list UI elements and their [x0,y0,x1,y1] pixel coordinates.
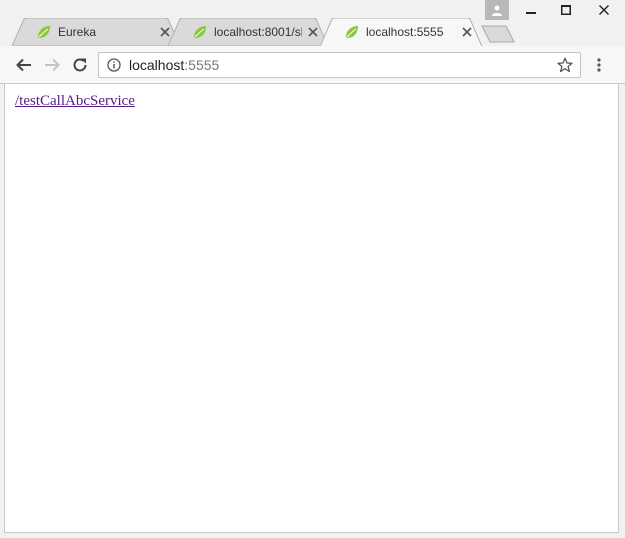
url-port: :5555 [184,57,220,73]
maximize-icon [560,5,571,15]
reload-icon [73,58,87,72]
close-icon [599,5,609,15]
close-window-button[interactable] [583,0,625,20]
tab-eureka[interactable]: Eureka [12,18,180,46]
spring-leaf-icon [346,26,358,38]
browser-window: Eureka localhost:8001/sh localhost:5555 … [0,0,625,538]
star-icon[interactable] [556,56,574,74]
reload-button[interactable] [70,55,90,75]
tab-localhost-5555[interactable]: localhost:5555 [320,18,482,46]
profile-button[interactable] [485,0,509,20]
back-button[interactable] [14,55,34,75]
tab-title: localhost:5555 [366,25,444,39]
spring-leaf-icon [38,26,50,38]
back-arrow-icon [16,58,31,72]
browser-menu-button[interactable] [591,55,607,75]
address-bar[interactable]: localhost:5555 [98,52,581,78]
tab-localhost-8001[interactable]: localhost:8001/sh [168,18,328,46]
spring-leaf-icon [194,26,206,38]
more-vert-icon [597,58,601,72]
forward-button[interactable] [42,55,62,75]
minimize-button[interactable] [513,0,548,20]
close-tab-icon[interactable] [460,25,474,39]
minimize-icon [525,12,536,14]
window-controls [485,0,625,20]
tab-title: Eureka [58,25,97,39]
tab-title: localhost:8001/sh [214,25,302,39]
close-tab-icon[interactable] [306,25,320,39]
tab-strip: Eureka localhost:8001/sh localhost:5555 [0,0,625,46]
forward-arrow-icon [45,58,60,72]
info-icon[interactable] [106,57,122,73]
person-icon [492,5,502,16]
url-host: localhost [129,57,185,73]
new-tab-button[interactable] [480,24,516,44]
test-call-abc-service-link[interactable]: /testCallAbcService [15,93,135,110]
browser-toolbar: localhost:5555 [0,46,625,84]
maximize-button[interactable] [548,0,583,20]
url-text[interactable]: localhost:5555 [129,57,556,73]
page-viewport: /testCallAbcService [4,84,619,533]
